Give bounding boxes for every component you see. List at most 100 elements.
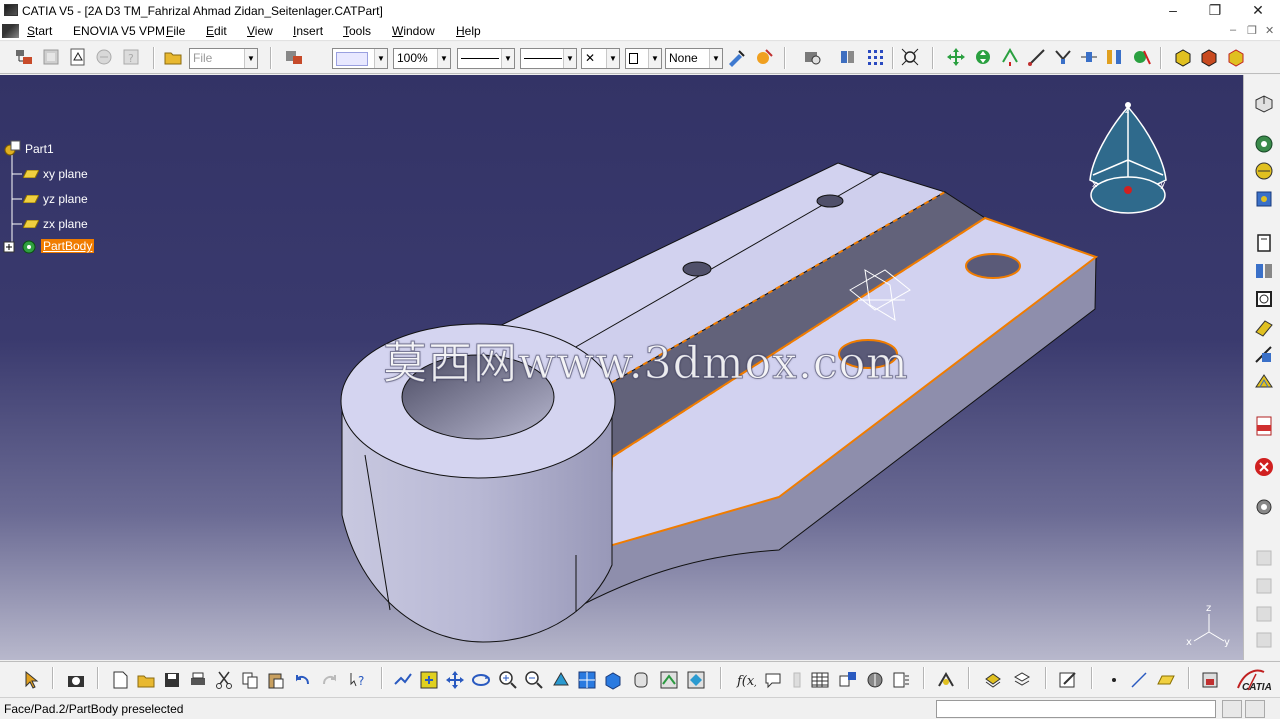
mirror-icon[interactable] [1104,47,1124,67]
hide-show-icon[interactable] [1131,47,1151,67]
measure-inertia-icon[interactable] [838,47,858,67]
design-table-icon[interactable] [838,670,858,690]
expand-plus-icon[interactable] [3,241,15,253]
settings-gear-icon[interactable] [1253,496,1275,518]
menu-edit[interactable]: Edit [206,24,227,38]
line-type-combo[interactable]: ▼ [520,48,577,69]
rotate-icon[interactable] [973,47,993,67]
menu-tools[interactable]: Tools [343,24,371,38]
zoom-in-icon[interactable] [498,670,518,690]
doc-minimize-button[interactable]: – [1230,24,1236,36]
shading-view-icon[interactable] [631,670,651,690]
whats-this-icon[interactable]: ? [348,670,368,690]
multi-view-icon[interactable] [577,670,597,690]
open-folder-icon[interactable] [163,47,183,67]
law-icon[interactable] [891,670,911,690]
hole-rear[interactable] [965,253,1021,279]
menu-window[interactable]: Window [392,24,435,38]
camera-icon[interactable] [66,670,86,690]
swap-space-icon[interactable] [686,670,706,690]
color-combo[interactable]: ▼ [332,48,388,69]
shell-icon[interactable] [1253,371,1275,393]
painter-icon[interactable] [727,47,747,67]
fit-all-in-icon[interactable] [419,670,439,690]
transparency-combo[interactable]: 100% ▼ [393,48,451,69]
menu-enovia[interactable]: ENOVIA V5 VPM [73,24,165,38]
grid-snap-icon[interactable] [865,47,885,67]
print-icon[interactable] [188,670,208,690]
sketcher-icon[interactable] [1058,670,1078,690]
fillet-icon[interactable] [1253,288,1275,310]
dimension-icon[interactable] [1079,47,1099,67]
knowledge-icon[interactable] [94,47,114,67]
open-icon[interactable] [136,670,156,690]
pdf-export-icon[interactable] [1253,415,1275,437]
rotate-view-icon[interactable] [471,670,491,690]
help-book-icon[interactable]: ? [121,47,141,67]
start-menu-icon[interactable] [2,24,19,38]
apply-material-icon[interactable] [983,670,1003,690]
layer-combo[interactable]: None ▼ [665,48,723,69]
pad-icon[interactable] [1253,92,1275,114]
menu-help[interactable]: Help [456,24,481,38]
power-input-field[interactable] [936,700,1216,718]
point-symbol-combo[interactable]: ✕ ▼ [581,48,620,69]
menu-file[interactable]: File [166,24,185,38]
shaft-icon[interactable] [1253,160,1275,182]
rendering-style-combo[interactable]: ▼ [625,48,662,69]
menu-view[interactable]: View [247,24,273,38]
rib-icon[interactable] [1253,232,1275,254]
shading-edges-icon[interactable] [1199,47,1219,67]
line-thickness-combo[interactable]: ▼ [457,48,515,69]
normal-view-bottom-icon[interactable] [551,670,571,690]
hide-show-bottom-icon[interactable] [659,670,679,690]
undo-icon[interactable] [292,670,312,690]
hole-icon[interactable] [1253,188,1275,210]
reaction-icon[interactable] [865,670,885,690]
cut-icon[interactable] [214,670,234,690]
zoom-out-icon[interactable] [524,670,544,690]
copy-icon[interactable] [240,670,260,690]
plane-tool-icon[interactable] [1156,670,1176,690]
catalog-icon[interactable] [41,47,61,67]
wireframe-icon[interactable] [1226,47,1246,67]
generative-sheet-icon[interactable] [68,47,88,67]
file-type-combo[interactable]: File ▼ [189,48,258,69]
slot-icon[interactable] [1253,260,1275,282]
constraint-icon[interactable] [1053,47,1073,67]
save-icon[interactable] [162,670,182,690]
chamfer-icon[interactable] [1253,316,1275,338]
menu-start[interactable]: Start [27,24,52,38]
comment-icon[interactable] [763,670,783,690]
3d-viewport[interactable]: x y z z x y Part1 xy plane yz plane zx p… [0,75,1243,660]
table-icon[interactable] [810,670,830,690]
part-properties-icon[interactable] [284,47,304,67]
doc-restore-button[interactable]: ❐ [1247,24,1257,37]
3d-compass-icon[interactable]: x y z [1089,102,1167,214]
minimize-button[interactable]: – [1153,0,1193,21]
formula-icon[interactable]: f(x) [736,670,756,690]
select-arrow-icon[interactable] [22,670,42,690]
layers-icon[interactable] [1012,670,1032,690]
status-button-1[interactable] [1222,700,1242,718]
restore-button[interactable]: ❐ [1195,0,1235,21]
close-button[interactable]: ✕ [1238,0,1278,21]
pan-icon[interactable] [946,47,966,67]
fit-all-icon[interactable] [900,47,920,67]
measure-icon[interactable] [802,47,822,67]
new-file-icon[interactable] [110,670,130,690]
doc-close-button[interactable]: ✕ [1265,24,1274,37]
line-icon[interactable] [1129,670,1149,690]
draft-icon[interactable] [1253,344,1275,366]
shading-icon[interactable] [1173,47,1193,67]
pocket-icon[interactable] [1253,133,1275,155]
paste-icon[interactable] [266,670,286,690]
menu-insert[interactable]: Insert [293,24,323,38]
isometric-view-icon[interactable] [603,670,623,690]
pan-view-icon[interactable] [445,670,465,690]
product-structure-icon[interactable] [14,47,34,67]
status-button-2[interactable] [1245,700,1265,718]
remove-icon[interactable] [1253,456,1275,478]
product-icon[interactable] [1200,670,1220,690]
point-icon[interactable] [1104,670,1124,690]
